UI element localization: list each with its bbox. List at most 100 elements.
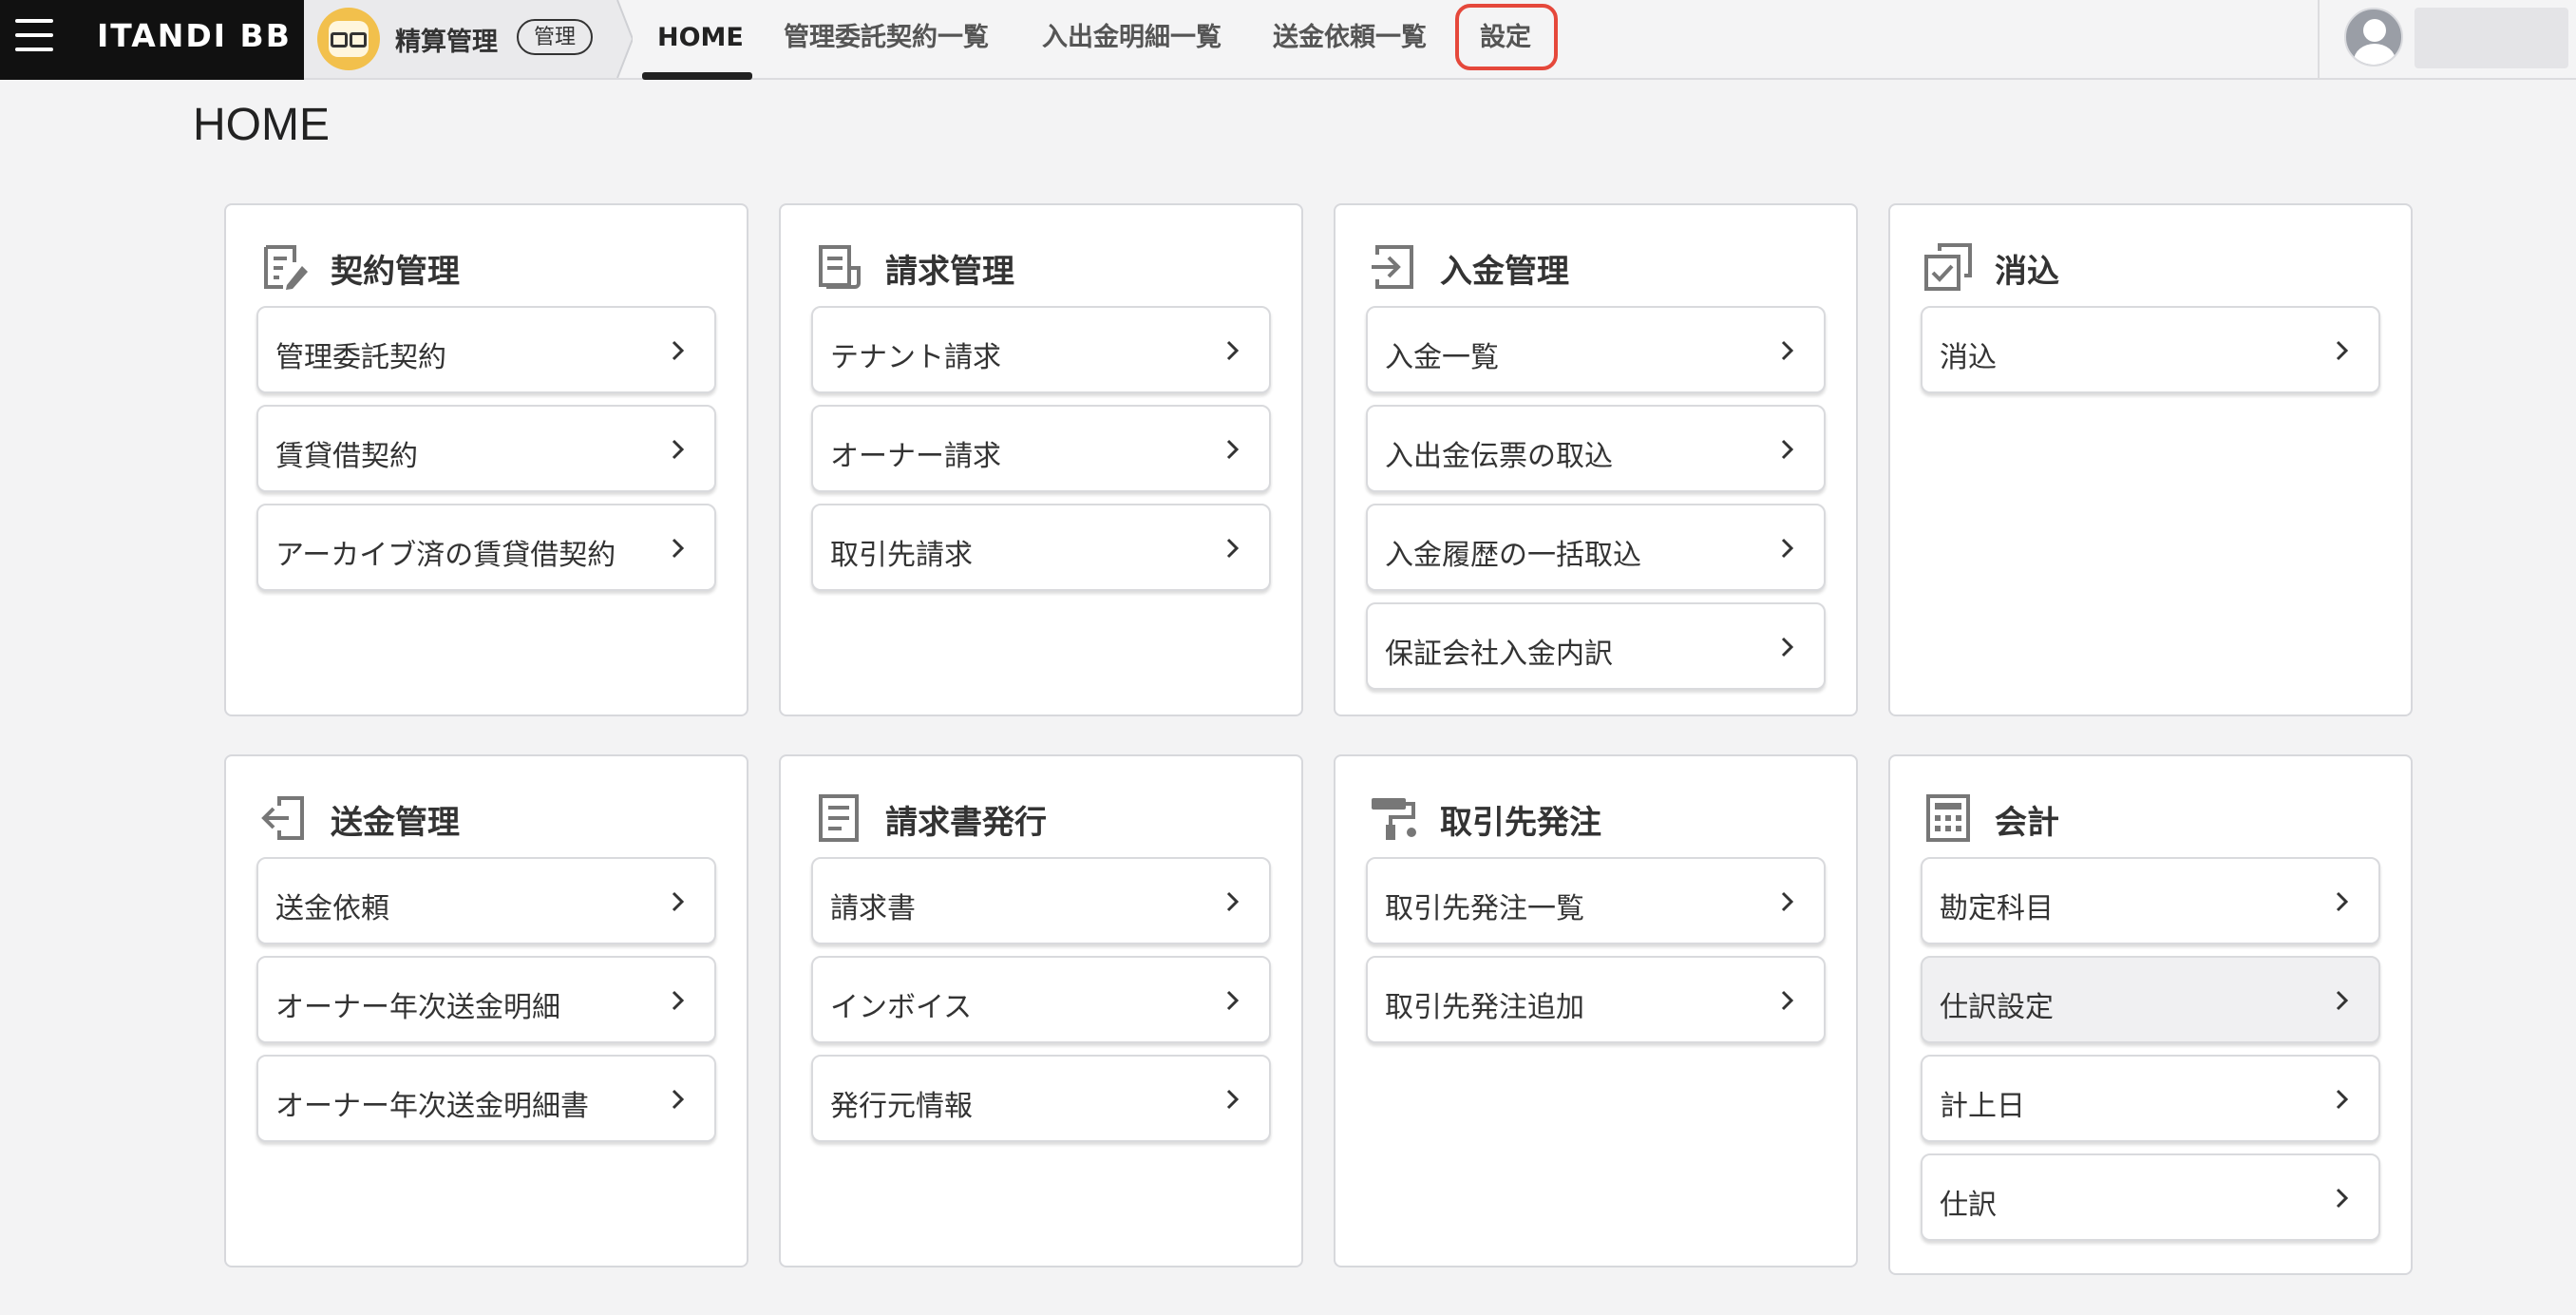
tab-management-contracts[interactable]: 管理委託契約一覧 <box>784 0 989 78</box>
card-vendor-orders: 取引先発注 取引先発注一覧 取引先発注追加 <box>1334 754 1858 1267</box>
tab-home[interactable]: HOME <box>657 0 744 78</box>
chevron-right-icon <box>1781 891 1794 912</box>
menu-item-label: インボイス <box>830 991 973 1024</box>
menu-item-label: アーカイブ済の賃貸借契約 <box>275 539 616 572</box>
menu-item-posting-date[interactable]: 計上日 <box>1921 1055 2380 1142</box>
card-contract-management: 契約管理 管理委託契約 賃貸借契約 アーカイブ済の賃貸借契約 <box>224 203 748 716</box>
menu-item-add-vendor-order[interactable]: 取引先発注追加 <box>1366 956 1826 1043</box>
chevron-right-icon <box>1781 990 1794 1011</box>
card-deposit-management: 入金管理 入金一覧 入出金伝票の取込 入金履歴の一括取込 保証会社入金内訳 <box>1334 203 1858 716</box>
menu-item-label: 勘定科目 <box>1940 892 2054 925</box>
menu-item-remittance-request[interactable]: 送金依頼 <box>256 857 716 944</box>
card-title: 契約管理 <box>331 253 460 291</box>
hamburger-menu-icon[interactable] <box>15 19 53 55</box>
chevron-right-icon <box>1226 439 1240 460</box>
card-title: 請求管理 <box>885 253 1014 291</box>
username-placeholder[interactable] <box>2415 8 2568 68</box>
menu-item-label: 発行元情報 <box>830 1090 973 1123</box>
chevron-right-icon <box>2336 340 2349 361</box>
app-logo[interactable]: ITANDI BB <box>97 17 292 54</box>
page-title: HOME <box>193 100 330 150</box>
chevron-right-icon <box>672 340 685 361</box>
chevron-right-icon <box>1226 990 1240 1011</box>
menu-item-reconciliation[interactable]: 消込 <box>1921 306 2380 393</box>
card-title: 入金管理 <box>1440 253 1569 291</box>
menu-item-label: オーナー請求 <box>830 440 1001 473</box>
mascot-avatar-icon <box>317 8 380 70</box>
chevron-right-icon <box>672 439 685 460</box>
menu-item-label: 取引先発注一覧 <box>1385 892 1584 925</box>
chevron-right-icon <box>672 990 685 1011</box>
tab-deposit-withdrawal-details[interactable]: 入出金明細一覧 <box>1042 0 1222 78</box>
menu-item-label: 送金依頼 <box>275 892 389 925</box>
menu-item-owner-annual-remittance-statement[interactable]: オーナー年次送金明細書 <box>256 1055 716 1142</box>
settings-highlight-outline <box>1455 4 1558 70</box>
menu-item-label: 賃貸借契約 <box>275 440 418 473</box>
menu-item-guarantor-deposit-breakdown[interactable]: 保証会社入金内訳 <box>1366 602 1826 690</box>
card-title: 請求書発行 <box>885 804 1047 842</box>
menu-item-label: 取引先請求 <box>830 539 973 572</box>
menu-item-archived-lease-contract[interactable]: アーカイブ済の賃貸借契約 <box>256 504 716 591</box>
top-navigation-bar: ITANDI BB 精算管理 管理 HOME 管理委託契約一覧 入出金明細一覧 … <box>0 0 2576 80</box>
breadcrumb-arrow-icon <box>604 0 633 78</box>
menu-item-lease-contract[interactable]: 賃貸借契約 <box>256 405 716 492</box>
chevron-right-icon <box>2336 1089 2349 1110</box>
menu-item-label: オーナー年次送金明細 <box>275 991 560 1024</box>
chevron-right-icon <box>672 538 685 559</box>
menu-item-journal-entries[interactable]: 仕訳 <box>1921 1153 2380 1241</box>
chevron-right-icon <box>672 1089 685 1110</box>
brand-area: ITANDI BB <box>0 0 304 80</box>
paint-roller-icon <box>1372 798 1416 840</box>
role-badge: 管理 <box>517 19 594 55</box>
app-name: 精算管理 <box>395 28 498 57</box>
active-tab-indicator <box>642 72 752 80</box>
user-avatar-icon[interactable] <box>2344 8 2403 67</box>
card-remittance-management: 送金管理 送金依頼 オーナー年次送金明細 オーナー年次送金明細書 <box>224 754 748 1267</box>
menu-item-journal-settings[interactable]: 仕訳設定 <box>1921 956 2380 1043</box>
card-title: 取引先発注 <box>1440 804 1601 842</box>
card-title: 消込 <box>1995 253 2059 291</box>
chevron-right-icon <box>1781 439 1794 460</box>
menu-item-management-contract[interactable]: 管理委託契約 <box>256 306 716 393</box>
menu-item-account-titles[interactable]: 勘定科目 <box>1921 857 2380 944</box>
chevron-right-icon <box>672 891 685 912</box>
document-icon <box>819 794 859 842</box>
menu-item-bulk-history-import[interactable]: 入金履歴の一括取込 <box>1366 504 1826 591</box>
card-accounting: 会計 勘定科目 仕訳設定 計上日 仕訳 <box>1888 754 2413 1275</box>
card-reconciliation: 消込 消込 <box>1888 203 2413 716</box>
card-title: 送金管理 <box>331 804 460 842</box>
chevron-right-icon <box>1226 340 1240 361</box>
menu-item-tenant-billing[interactable]: テナント請求 <box>811 306 1271 393</box>
menu-item-label: 入金履歴の一括取込 <box>1385 539 1641 572</box>
card-title: 会計 <box>1995 804 2059 842</box>
contract-edit-icon <box>264 245 308 290</box>
menu-item-label: オーナー年次送金明細書 <box>275 1090 589 1123</box>
chevron-right-icon <box>1781 538 1794 559</box>
chevron-right-icon <box>1781 637 1794 658</box>
chevron-right-icon <box>2336 891 2349 912</box>
chevron-right-icon <box>1781 340 1794 361</box>
menu-item-deposit-list[interactable]: 入金一覧 <box>1366 306 1826 393</box>
menu-item-qualified-invoice[interactable]: インボイス <box>811 956 1271 1043</box>
card-billing-management: 請求管理 テナント請求 オーナー請求 取引先請求 <box>779 203 1303 716</box>
menu-item-label: 仕訳 <box>1940 1189 1997 1222</box>
menu-item-label: テナント請求 <box>830 341 1001 374</box>
menu-item-owner-billing[interactable]: オーナー請求 <box>811 405 1271 492</box>
logout-arrow-icon <box>261 796 304 840</box>
menu-item-label: 管理委託契約 <box>275 341 446 374</box>
user-menu[interactable] <box>2318 0 2576 78</box>
card-invoice-issuance: 請求書発行 請求書 インボイス 発行元情報 <box>779 754 1303 1267</box>
receipt-icon <box>819 245 861 289</box>
menu-item-invoice[interactable]: 請求書 <box>811 857 1271 944</box>
menu-item-vendor-order-list[interactable]: 取引先発注一覧 <box>1366 857 1826 944</box>
menu-item-owner-annual-remittance-detail[interactable]: オーナー年次送金明細 <box>256 956 716 1043</box>
menu-item-vendor-billing[interactable]: 取引先請求 <box>811 504 1271 591</box>
tab-remittance-requests[interactable]: 送金依頼一覧 <box>1273 0 1427 78</box>
menu-item-slip-import[interactable]: 入出金伝票の取込 <box>1366 405 1826 492</box>
chevron-right-icon <box>2336 990 2349 1011</box>
chevron-right-icon <box>1226 538 1240 559</box>
menu-item-issuer-info[interactable]: 発行元情報 <box>811 1055 1271 1142</box>
chevron-right-icon <box>2336 1188 2349 1209</box>
menu-item-label: 保証会社入金内訳 <box>1385 638 1613 671</box>
menu-item-label: 消込 <box>1940 341 1997 374</box>
